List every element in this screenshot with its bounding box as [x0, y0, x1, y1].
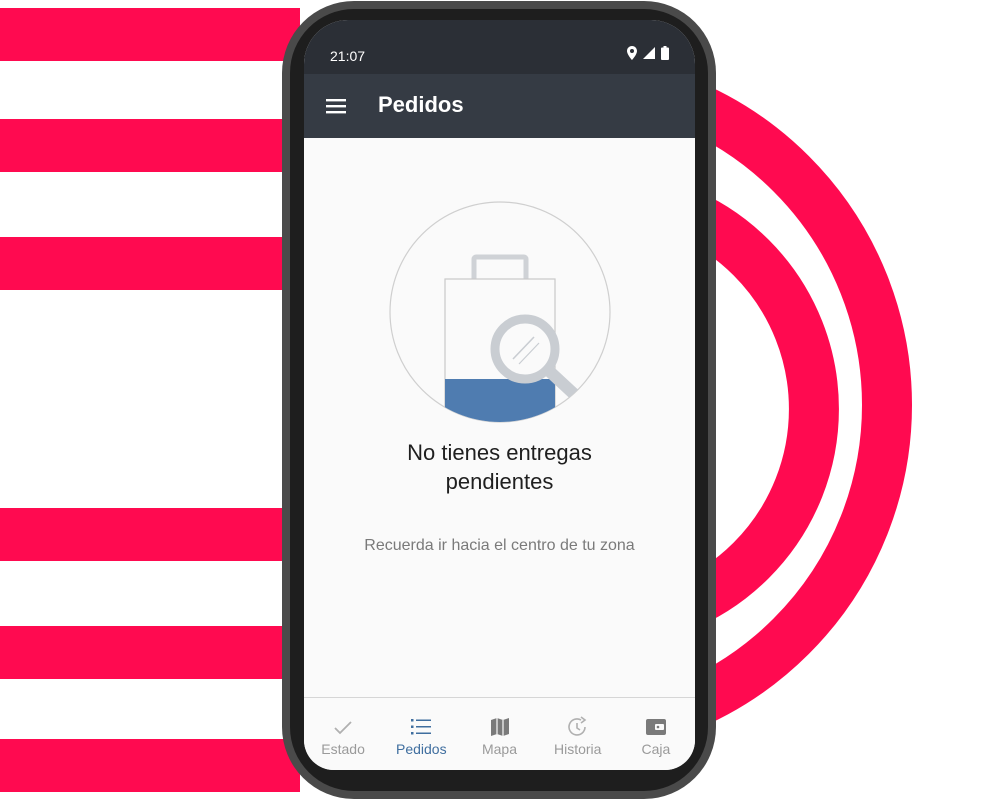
status-bar: 21:07 — [304, 20, 695, 74]
nav-label: Caja — [641, 741, 671, 757]
empty-state-subtitle: Recuerda ir hacia el centro de tu zona — [364, 537, 635, 554]
hamburger-menu-icon[interactable] — [326, 96, 348, 116]
empty-state-title: No tienes entregas pendientes — [304, 438, 695, 496]
page-title: Pedidos — [378, 92, 464, 117]
nav-label: Estado — [321, 741, 365, 757]
nav-label: Pedidos — [396, 741, 447, 757]
nav-item-pedidos[interactable]: Pedidos — [382, 698, 460, 770]
nav-item-caja[interactable]: Caja — [617, 698, 695, 770]
battery-icon — [661, 46, 669, 60]
wallet-icon — [645, 719, 666, 735]
shopping-bag-search-icon — [389, 201, 611, 423]
nav-item-estado[interactable]: Estado — [304, 698, 382, 770]
nav-label: Historia — [553, 741, 602, 757]
bottom-navigation: Estado Pedidos Mapa Historia Caja — [304, 697, 695, 770]
status-icons — [627, 46, 669, 60]
background-stripe — [0, 237, 300, 290]
background-stripe — [0, 626, 300, 679]
phone-screen: 21:07 Pedidos No tienes entregas pendien… — [304, 20, 695, 770]
status-time: 21:07 — [330, 48, 366, 64]
background-stripe — [0, 8, 300, 61]
app-bar: Pedidos — [304, 74, 695, 138]
signal-icon — [643, 47, 655, 59]
empty-state-title-text: No tienes entregas pendientes — [407, 440, 592, 494]
location-icon — [627, 46, 637, 60]
background-stripe — [0, 119, 300, 172]
check-icon — [334, 721, 352, 735]
nav-item-historia[interactable]: Historia — [539, 698, 617, 770]
map-icon — [490, 718, 509, 736]
background-stripe — [0, 508, 300, 561]
list-icon — [411, 719, 432, 735]
history-icon — [567, 716, 587, 736]
stage: 21:07 Pedidos No tienes entregas pendien… — [0, 0, 1000, 800]
nav-item-mapa[interactable]: Mapa — [460, 698, 538, 770]
background-stripe — [0, 739, 300, 792]
nav-label: Mapa — [481, 741, 518, 757]
